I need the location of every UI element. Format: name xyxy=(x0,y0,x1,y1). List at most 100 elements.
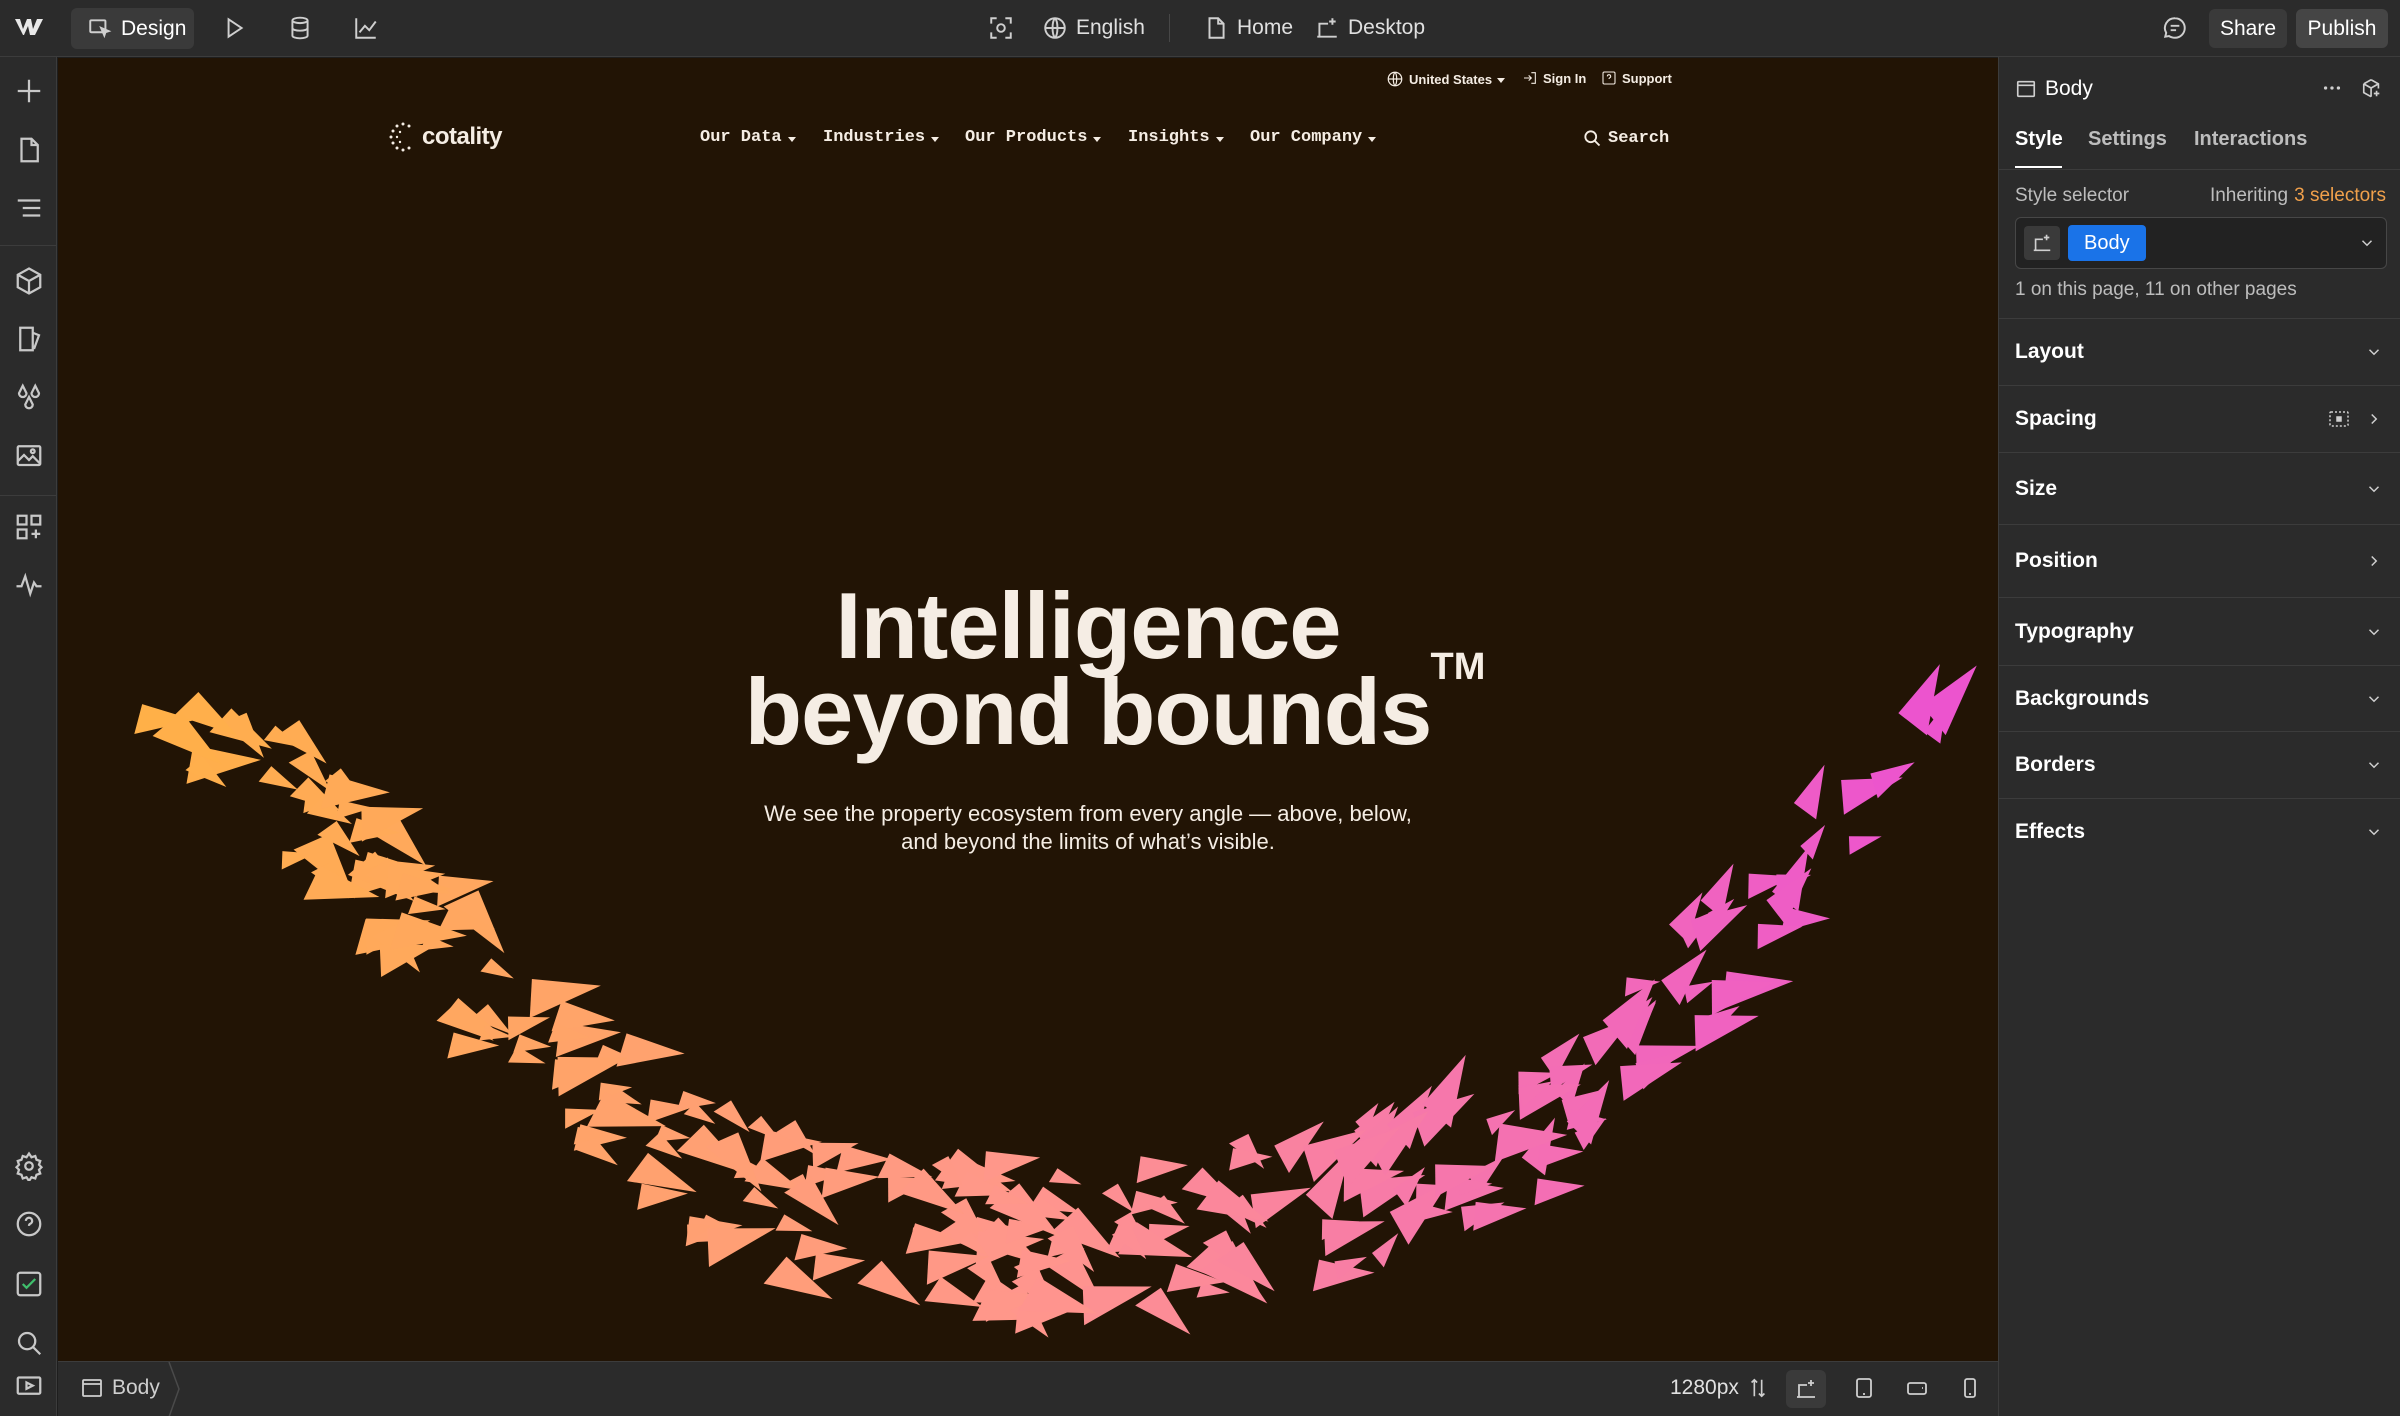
flock-triangle xyxy=(1793,764,1825,820)
breadcrumb-label: Body xyxy=(112,1376,160,1399)
pages-button[interactable] xyxy=(14,135,44,165)
canvas-width-readout[interactable]: 1280px xyxy=(1670,1376,1769,1400)
style-manager-button[interactable] xyxy=(14,324,44,354)
section-typography[interactable]: Typography xyxy=(1999,597,2400,665)
region-selector[interactable]: United States xyxy=(1386,70,1506,88)
video-tutorial-button[interactable] xyxy=(14,1370,44,1400)
preview-button[interactable] xyxy=(221,15,247,41)
variables-button[interactable] xyxy=(14,382,44,412)
navigator-button[interactable] xyxy=(14,193,44,223)
style-selector-field[interactable]: Body xyxy=(2015,217,2387,269)
flock-triangle xyxy=(507,1016,551,1041)
audit-button[interactable] xyxy=(14,570,44,600)
section-backgrounds[interactable]: Backgrounds xyxy=(1999,665,2400,731)
breadcrumb-body[interactable]: Body xyxy=(80,1376,160,1400)
nav-our-products[interactable]: Our Products xyxy=(965,128,1102,147)
comments-button[interactable] xyxy=(2162,15,2188,41)
chevron-down-icon xyxy=(2368,828,2380,835)
section-spacing[interactable]: Spacing xyxy=(1999,385,2400,452)
tab-style[interactable]: Style xyxy=(2015,128,2063,151)
publish-button[interactable]: Publish xyxy=(2296,9,2388,48)
section-position[interactable]: Position xyxy=(1999,524,2400,597)
section-title: Position xyxy=(2015,549,2098,572)
selector-state-button[interactable] xyxy=(2024,226,2060,260)
help-button[interactable] xyxy=(14,1209,44,1239)
nav-industries[interactable]: Industries xyxy=(823,128,940,147)
selected-element-header: Body xyxy=(2015,77,2093,101)
database-icon xyxy=(291,16,309,40)
page-selector[interactable]: Home xyxy=(1203,15,1293,41)
webflow-logo-icon[interactable] xyxy=(14,15,44,39)
panel-divider xyxy=(1999,169,2400,170)
tab-interactions[interactable]: Interactions xyxy=(2194,128,2307,151)
search-button[interactable] xyxy=(14,1328,44,1358)
mobile-landscape-icon xyxy=(1907,1382,1927,1395)
globe-icon xyxy=(1387,71,1403,87)
mobile-portrait-breakpoint-button[interactable] xyxy=(1958,1376,1982,1400)
left-toolbar xyxy=(0,57,57,1416)
page-icon xyxy=(20,137,39,163)
section-borders[interactable]: Borders xyxy=(1999,731,2400,798)
sign-in-link[interactable]: Sign In xyxy=(1522,70,1586,86)
nav-our-data[interactable]: Our Data xyxy=(700,128,796,147)
selector-chip-body[interactable]: Body xyxy=(2068,225,2146,261)
tablet-breakpoint-button[interactable] xyxy=(1852,1376,1876,1400)
settings-button[interactable] xyxy=(14,1151,44,1181)
assets-button[interactable] xyxy=(14,440,44,470)
flock-triangle xyxy=(1473,1201,1527,1231)
search-label: Search xyxy=(1608,128,1670,148)
chevron-down-icon xyxy=(1215,136,1224,142)
tasks-button[interactable] xyxy=(14,1269,44,1299)
section-title: Effects xyxy=(2015,819,2086,843)
desktop-breakpoint-button[interactable] xyxy=(1786,1370,1826,1408)
toolbar-divider xyxy=(0,495,57,496)
play-icon xyxy=(227,17,244,39)
canvas-width-label: 1280px xyxy=(1670,1376,1739,1399)
flock-triangle xyxy=(320,774,390,809)
section-title: Spacing xyxy=(2015,407,2097,430)
locale-selector[interactable]: English xyxy=(1042,15,1145,41)
breadcrumb-chevron xyxy=(168,1362,180,1416)
section-effects[interactable]: Effects xyxy=(1999,798,2400,864)
selected-element-name: Body xyxy=(2045,77,2093,100)
flock-triangle xyxy=(1534,1178,1585,1206)
apps-button[interactable] xyxy=(14,512,44,542)
site-search-button[interactable]: Search xyxy=(1582,128,1669,148)
desktop-breakpoint-icon xyxy=(2033,234,2051,252)
chevron-down-icon[interactable] xyxy=(2358,234,2376,252)
page-icon xyxy=(1208,17,1225,39)
design-canvas[interactable]: United States Sign In Support cotality O… xyxy=(58,58,1998,1361)
nav-our-company[interactable]: Our Company xyxy=(1250,128,1377,147)
mobile-landscape-breakpoint-button[interactable] xyxy=(1905,1376,1929,1400)
focus-view-button[interactable] xyxy=(988,15,1014,41)
chevron-down-icon xyxy=(2368,695,2380,702)
flock-triangle xyxy=(258,766,298,790)
add-elements-button[interactable] xyxy=(14,76,44,106)
more-options-button[interactable] xyxy=(2321,77,2343,99)
tutorial-icon xyxy=(16,1376,42,1395)
section-layout[interactable]: Layout xyxy=(1999,318,2400,385)
share-button[interactable]: Share xyxy=(2209,9,2287,48)
active-tab-indicator xyxy=(2015,166,2062,168)
section-title: Borders xyxy=(2015,753,2096,776)
section-size[interactable]: Size xyxy=(1999,452,2400,524)
create-component-button[interactable] xyxy=(2361,77,2383,99)
flock-triangle xyxy=(480,958,514,979)
cms-button[interactable] xyxy=(287,15,313,41)
components-button[interactable] xyxy=(14,266,44,296)
checkbox-checked-icon xyxy=(16,1271,42,1297)
flock-triangle xyxy=(775,1214,813,1232)
sign-in-icon xyxy=(1524,72,1536,84)
design-mode-button[interactable]: Design xyxy=(71,8,194,49)
inheriting-info[interactable]: Inheriting 3 selectors xyxy=(2210,185,2386,207)
analytics-button[interactable] xyxy=(353,15,379,41)
breakpoint-selector[interactable]: Desktop xyxy=(1314,15,1425,41)
tab-settings[interactable]: Settings xyxy=(2088,128,2167,151)
nav-insights[interactable]: Insights xyxy=(1128,128,1224,147)
flock-triangle xyxy=(1101,1183,1135,1213)
cotality-logo[interactable]: cotality xyxy=(388,120,503,154)
chevron-down-icon xyxy=(2368,349,2380,356)
support-link[interactable]: Support xyxy=(1601,70,1672,86)
inheriting-count: 3 selectors xyxy=(2294,185,2386,206)
tablet-icon xyxy=(1856,1378,1872,1398)
